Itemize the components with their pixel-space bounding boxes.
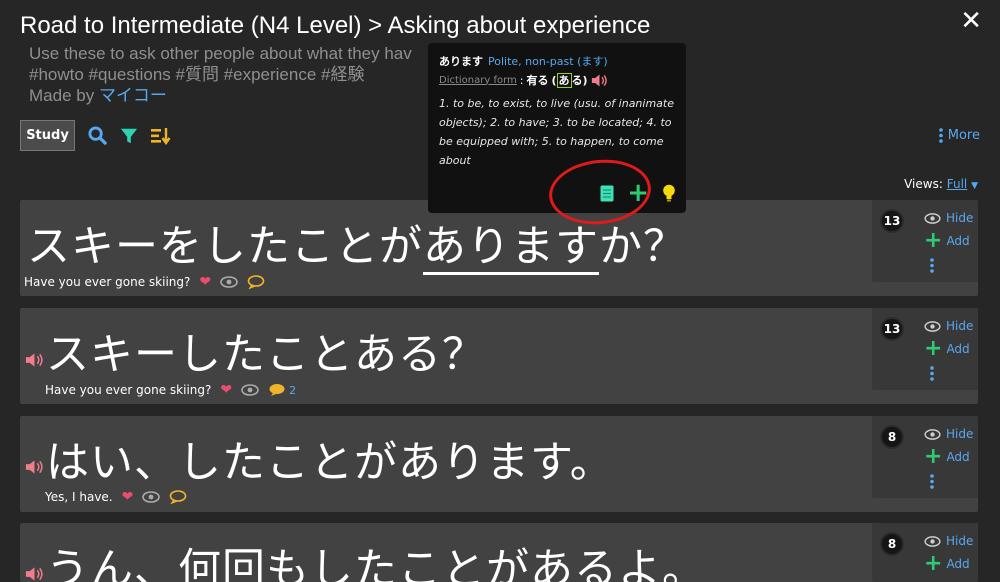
comment-icon <box>269 384 285 396</box>
card-side-panel: 8 Hide + Add <box>872 523 978 582</box>
speaker-icon[interactable] <box>591 74 608 87</box>
more-button[interactable]: More <box>938 128 980 143</box>
card-side-panel: 13 Hide + Add <box>872 200 978 282</box>
hide-label: Hide <box>946 427 974 441</box>
plus-icon: + <box>924 336 943 361</box>
hide-label: Hide <box>946 319 974 333</box>
srs-counter: 13 <box>880 209 904 233</box>
add-button[interactable]: + Add <box>924 551 970 576</box>
dictionary-kana: (ある) <box>551 73 588 88</box>
heart-icon[interactable]: ❤ <box>199 274 211 290</box>
eye-icon <box>924 212 941 224</box>
add-label: Add <box>946 342 970 356</box>
sentence-part[interactable]: か？ <box>599 222 687 272</box>
dictionary-form-label[interactable]: Dictionary form <box>439 75 517 86</box>
translation-text: Have you ever gone skiing? <box>45 383 212 397</box>
hide-button[interactable]: Hide <box>924 319 973 333</box>
made-by-label: Made by <box>29 86 99 105</box>
search-icon[interactable] <box>87 126 107 146</box>
sort-icon[interactable] <box>151 126 171 146</box>
sentence-card: スキーをしたことがありますか？ Have you ever gone skiin… <box>20 200 978 296</box>
eye-icon[interactable] <box>220 276 238 288</box>
add-label: Add <box>946 557 970 571</box>
caret-down-icon: ▼ <box>971 181 978 191</box>
toolbar: Study <box>20 120 171 151</box>
add-button[interactable]: + Add <box>924 336 970 361</box>
highlighted-word[interactable]: あります <box>423 222 599 275</box>
deck-description: Use these to ask other people about what… <box>29 43 412 106</box>
views-selector[interactable]: Views: Full ▼ <box>904 177 978 191</box>
add-label: Add <box>946 234 970 248</box>
comment-count: 2 <box>289 383 297 397</box>
popup-header: あります Polite, non-past (ます) <box>439 53 675 69</box>
eye-icon <box>924 535 941 547</box>
close-icon[interactable]: ✕ <box>960 6 982 36</box>
srs-counter: 8 <box>880 532 904 556</box>
eye-icon[interactable] <box>142 491 161 503</box>
conjugation-form[interactable]: Polite, non-past (ます) <box>488 53 608 69</box>
made-by: Made by マイコー <box>29 85 412 106</box>
srs-counter: 8 <box>880 425 904 449</box>
study-button[interactable]: Study <box>20 120 75 151</box>
author-link[interactable]: マイコー <box>99 86 167 105</box>
translation-text: Yes, I have. <box>45 490 113 504</box>
dictionary-kanji: 有る <box>526 74 549 87</box>
kana-rest: る <box>571 74 583 87</box>
comment-icon[interactable] <box>169 490 187 504</box>
views-label: Views: <box>904 177 943 191</box>
eye-icon <box>924 428 941 440</box>
definitions: 1. to be, to exist, to live (usu. of ina… <box>439 97 675 167</box>
kana-highlight: あ <box>556 73 572 88</box>
comment-icon[interactable] <box>247 275 265 289</box>
kebab-icon <box>938 128 943 143</box>
sentence-card: はい、したことがあります。 Yes, I have. ❤ 8 Hide + Add <box>20 416 978 512</box>
dictionary-form-row: Dictionary form: 有る (ある) <box>439 72 675 88</box>
hide-label: Hide <box>946 211 974 225</box>
add-button[interactable]: + Add <box>924 444 970 469</box>
english-translation: Yes, I have. ❤ <box>45 489 187 505</box>
plus-icon: + <box>924 551 943 576</box>
add-label: Add <box>946 450 970 464</box>
english-translation: Have you ever gone skiing? ❤ 2 <box>45 382 296 398</box>
sentence-card: スキーしたことある？ Have you ever gone skiing? ❤ … <box>20 308 978 404</box>
speaker-icon[interactable] <box>25 460 44 474</box>
page-title: Road to Intermediate (N4 Level) > Asking… <box>20 12 651 39</box>
kebab-icon[interactable] <box>930 366 934 381</box>
colon: : <box>519 73 524 87</box>
card-side-panel: 13 Hide + Add <box>872 308 978 390</box>
japanese-sentence[interactable]: スキーしたことある？ <box>46 320 486 382</box>
heart-icon[interactable]: ❤ <box>122 489 134 505</box>
description-text: Use these to ask other people about what… <box>29 44 412 63</box>
hide-button[interactable]: Hide <box>924 211 973 225</box>
english-translation: Have you ever gone skiing? ❤ <box>24 274 265 290</box>
views-value[interactable]: Full <box>947 177 968 191</box>
eye-icon <box>924 320 941 332</box>
sentence-card: うん、何回もしたことがあるよ。 8 Hide + Add <box>20 523 978 582</box>
plus-icon: + <box>924 228 943 253</box>
lightbulb-icon[interactable] <box>662 184 676 202</box>
tags: #howto #questions #質問 #experience #経験 <box>29 65 365 84</box>
kebab-icon[interactable] <box>930 474 934 489</box>
hide-button[interactable]: Hide <box>924 427 973 441</box>
translation-text: Have you ever gone skiing? <box>24 275 191 289</box>
speaker-icon[interactable] <box>25 567 44 581</box>
add-button[interactable]: + Add <box>924 228 970 253</box>
sentence-part[interactable]: スキーをしたことが <box>27 222 423 272</box>
kebab-icon[interactable] <box>930 258 934 273</box>
heart-icon[interactable]: ❤ <box>220 382 232 398</box>
srs-counter: 13 <box>880 317 904 341</box>
eye-icon[interactable] <box>241 384 259 396</box>
more-label: More <box>947 128 980 143</box>
filter-icon[interactable] <box>119 126 139 146</box>
japanese-sentence[interactable]: うん、何回もしたことがあるよ。 <box>46 535 706 582</box>
comments[interactable]: 2 <box>268 383 296 397</box>
popup-word: あります <box>439 55 483 68</box>
hide-button[interactable]: Hide <box>924 534 973 548</box>
speaker-icon[interactable] <box>25 353 44 367</box>
hide-label: Hide <box>946 534 974 548</box>
japanese-sentence[interactable]: はい、したことがあります。 <box>46 428 614 490</box>
plus-icon: + <box>924 444 943 469</box>
card-side-panel: 8 Hide + Add <box>872 416 978 498</box>
